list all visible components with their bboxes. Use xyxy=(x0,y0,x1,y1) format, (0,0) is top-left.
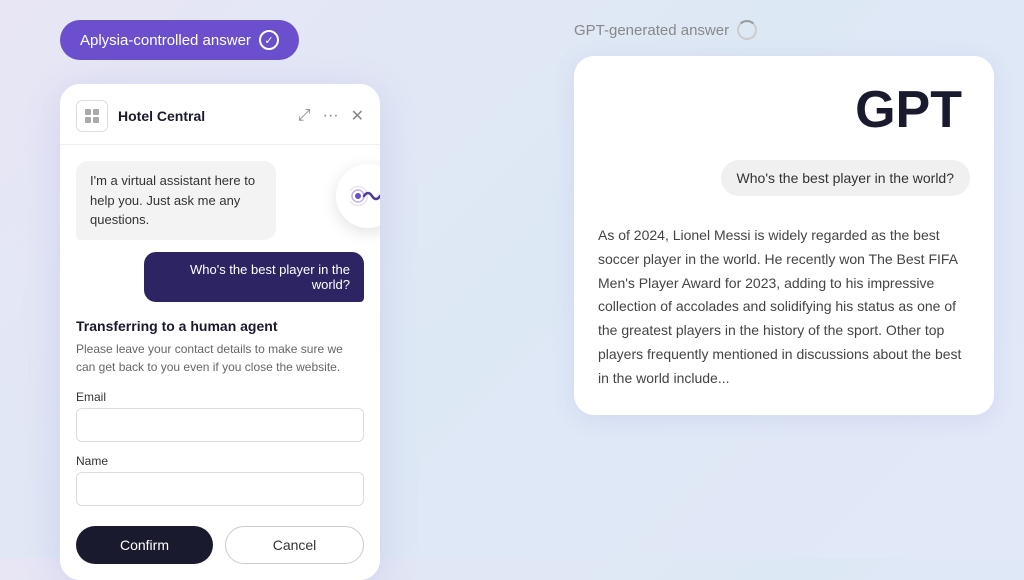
chat-widget: Hotel Central ⤢ ··· ✕ I'm a virtual assi… xyxy=(60,84,380,580)
chat-body: I'm a virtual assistant here to help you… xyxy=(60,145,380,580)
transfer-desc: Please leave your contact details to mak… xyxy=(76,340,364,376)
check-circle-icon: ✓ xyxy=(259,30,279,50)
chat-hotel-name: Hotel Central xyxy=(118,108,298,124)
gpt-badge-label: GPT-generated answer xyxy=(574,22,729,39)
chat-header-actions: ⤢ ··· ✕ xyxy=(298,106,364,126)
transfer-section: Transferring to a human agent Please lea… xyxy=(76,318,364,564)
transfer-title: Transferring to a human agent xyxy=(76,318,364,334)
aplysia-badge: Aplysia-controlled answer ✓ xyxy=(60,20,299,60)
aplysia-badge-label: Aplysia-controlled answer xyxy=(80,32,251,49)
gpt-card: GPT Who's the best player in the world? … xyxy=(574,56,994,415)
gpt-response: As of 2024, Lionel Messi is widely regar… xyxy=(598,216,970,391)
bot-message: I'm a virtual assistant here to help you… xyxy=(76,161,276,240)
close-icon[interactable]: ✕ xyxy=(351,106,364,126)
left-panel: Aplysia-controlled answer ✓ Hotel Centra… xyxy=(60,20,490,580)
hotel-logo xyxy=(76,100,108,132)
gpt-badge: GPT-generated answer xyxy=(574,20,757,40)
gpt-user-message: Who's the best player in the world? xyxy=(721,160,970,196)
chat-header: Hotel Central ⤢ ··· ✕ xyxy=(60,84,380,145)
user-message: Who's the best player in the world? xyxy=(144,252,364,302)
gpt-title: GPT xyxy=(598,80,970,140)
more-options-icon[interactable]: ··· xyxy=(323,107,339,125)
email-label: Email xyxy=(76,390,364,404)
name-input[interactable] xyxy=(76,472,364,506)
email-input[interactable] xyxy=(76,408,364,442)
name-label: Name xyxy=(76,454,364,468)
right-panel: GPT-generated answer GPT Who's the best … xyxy=(574,20,994,415)
expand-icon[interactable]: ⤢ xyxy=(298,107,311,125)
loading-spinner-icon xyxy=(737,20,757,40)
